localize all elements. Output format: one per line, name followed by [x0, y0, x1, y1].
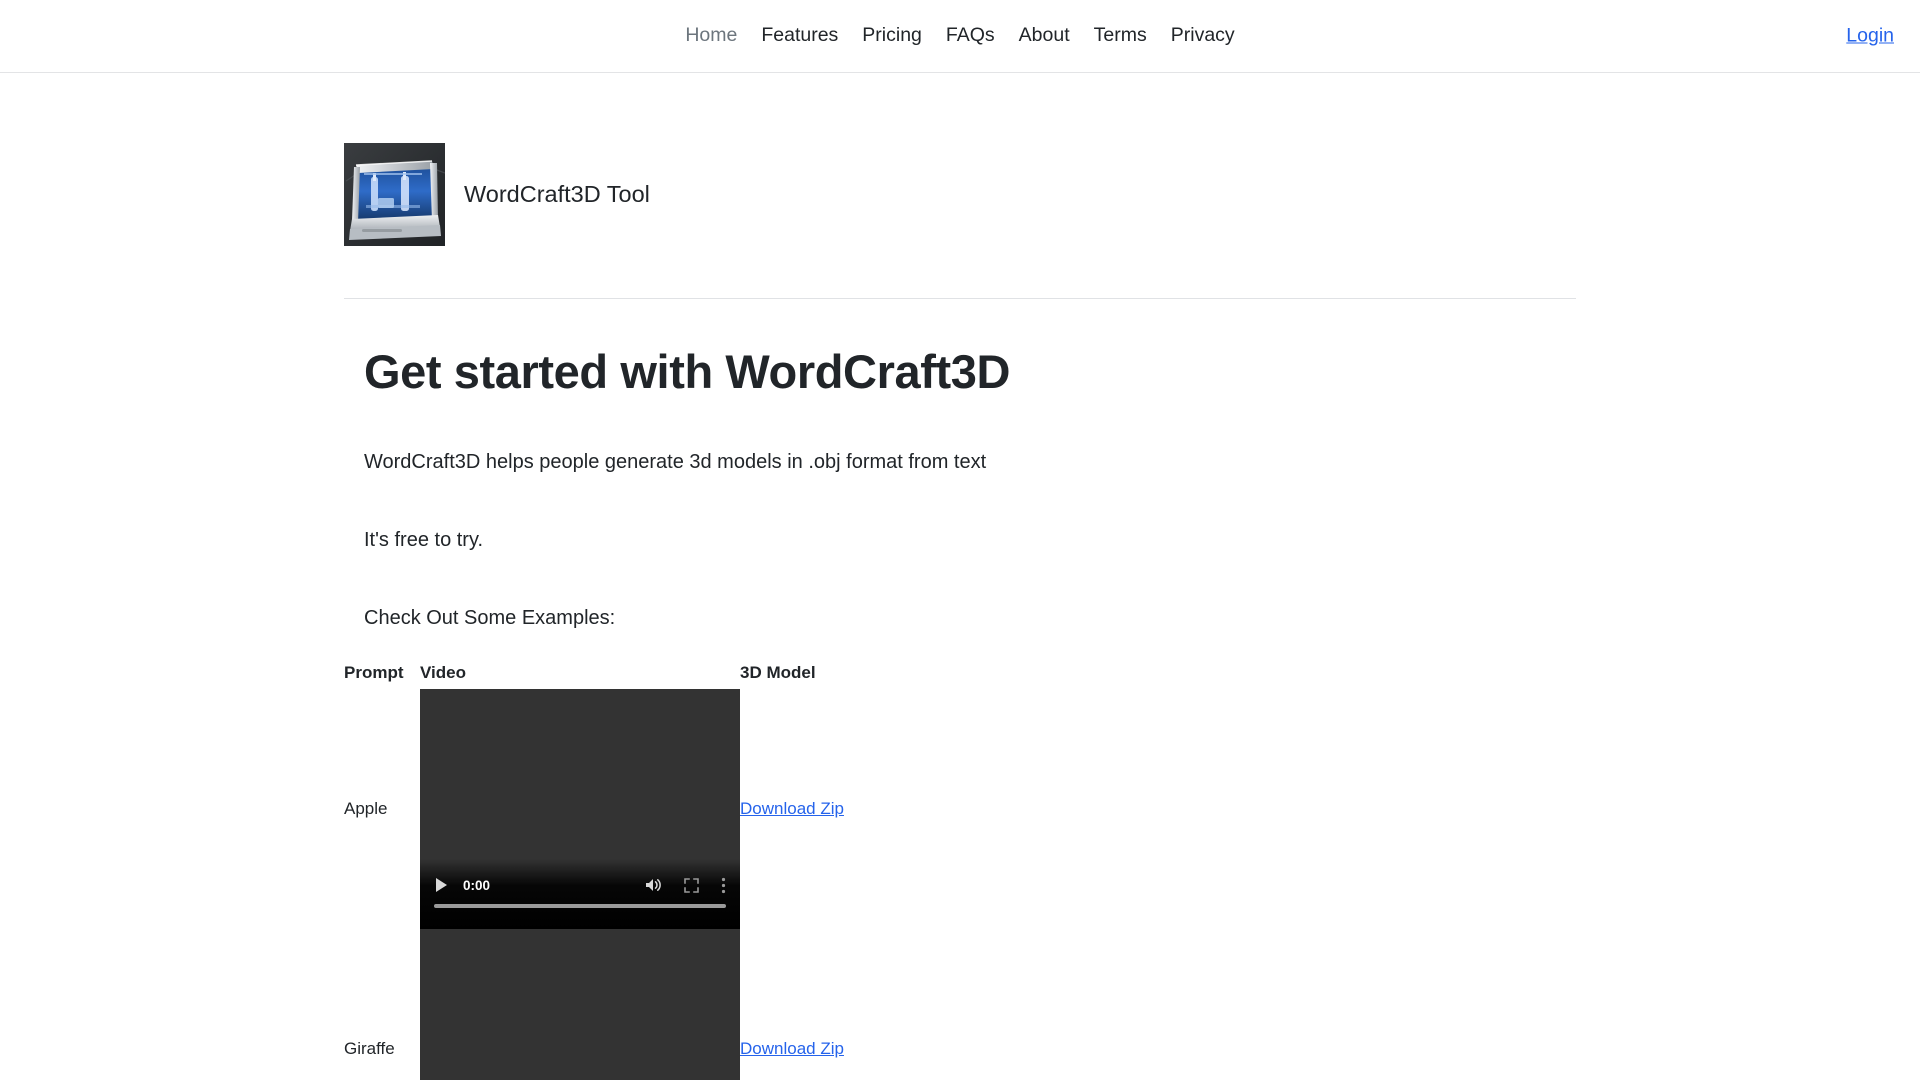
3d-printer-image [344, 143, 445, 246]
download-zip-link[interactable]: Download Zip [740, 799, 844, 818]
nav-item-terms[interactable]: Terms [1082, 25, 1159, 46]
primary-nav: Home Features Pricing FAQs About Terms P… [673, 25, 1247, 46]
top-navbar: Home Features Pricing FAQs About Terms P… [0, 0, 1920, 73]
brand-title: WordCraft3D Tool [464, 181, 650, 207]
model-cell-apple: Download Zip [740, 689, 1140, 929]
video-cell-giraffe: 0:00 [420, 929, 740, 1080]
nav-right-section: Login [1846, 25, 1894, 48]
nav-item-faqs[interactable]: FAQs [934, 25, 1007, 46]
brand-header: WordCraft3D Tool [344, 73, 1576, 246]
video-controls-row: 0:00 [420, 871, 740, 899]
login-link[interactable]: Login [1846, 25, 1894, 47]
page-title: Get started with WordCraft3D [364, 345, 1010, 398]
column-header-model: 3D Model [740, 663, 816, 683]
nav-item-privacy[interactable]: Privacy [1159, 25, 1247, 46]
play-icon[interactable] [436, 878, 447, 893]
video-player[interactable]: 0:00 [420, 929, 740, 1080]
column-header-video: Video [420, 663, 466, 683]
nav-link-about[interactable]: About [1007, 25, 1082, 46]
page-container: WordCraft3D Tool Get started with WordCr… [0, 73, 1920, 1080]
prompt-cell-giraffe: Giraffe [344, 1039, 395, 1059]
table-row: Apple 0:00 Download Zip [344, 689, 1140, 930]
video-progress-bar[interactable] [434, 904, 726, 909]
free-trial-paragraph: It's free to try. [364, 529, 484, 552]
nav-link-terms[interactable]: Terms [1082, 25, 1159, 46]
prompt-cell-apple: Apple [344, 799, 388, 819]
model-cell-giraffe: Download Zip [740, 929, 1140, 1080]
examples-table: Prompt Video 3D Model Apple 0:00 Downloa… [344, 663, 1140, 1080]
video-time: 0:00 [463, 877, 491, 893]
nav-item-features[interactable]: Features [749, 25, 850, 46]
nav-link-pricing[interactable]: Pricing [850, 25, 934, 46]
examples-heading: Check Out Some Examples: [364, 607, 616, 630]
more-options-icon[interactable] [721, 877, 726, 894]
video-cell-apple: 0:00 [420, 689, 740, 930]
nav-link-privacy[interactable]: Privacy [1159, 25, 1247, 46]
download-zip-link[interactable]: Download Zip [740, 1039, 844, 1058]
main-content: Get started with WordCraft3D WordCraft3D… [344, 299, 1576, 1080]
volume-icon[interactable] [644, 877, 662, 893]
intro-paragraph: WordCraft3D helps people generate 3d mod… [364, 451, 987, 474]
video-controls: 0:00 [420, 859, 740, 930]
nav-link-home[interactable]: Home [673, 25, 749, 46]
nav-item-pricing[interactable]: Pricing [850, 25, 934, 46]
nav-item-about[interactable]: About [1007, 25, 1082, 46]
nav-item-home[interactable]: Home [673, 25, 749, 46]
nav-link-faqs[interactable]: FAQs [934, 25, 1007, 46]
column-header-prompt: Prompt [344, 663, 404, 683]
table-header-row: Prompt Video 3D Model [344, 663, 1140, 689]
nav-link-features[interactable]: Features [749, 25, 850, 46]
table-row: Giraffe 0:00 [344, 929, 1140, 1080]
video-player[interactable]: 0:00 [420, 689, 740, 930]
fullscreen-icon[interactable] [684, 877, 699, 893]
